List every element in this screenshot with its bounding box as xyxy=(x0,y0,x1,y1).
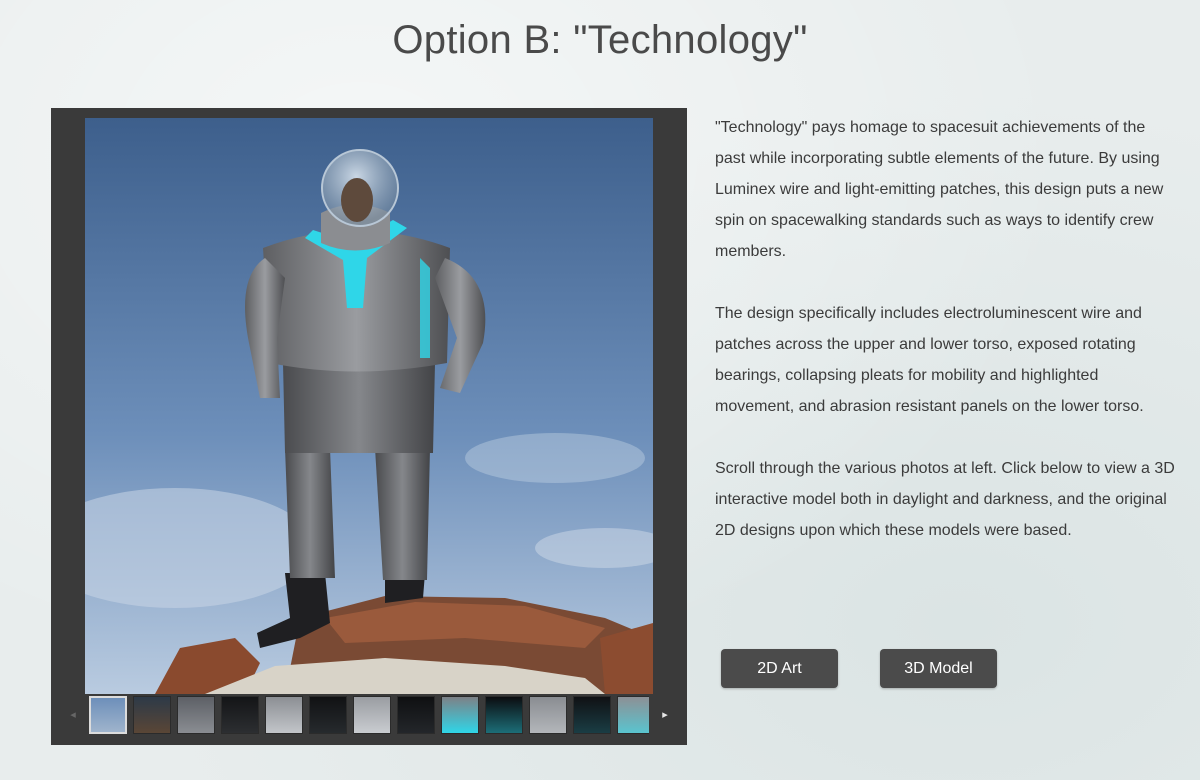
thumbnail[interactable] xyxy=(133,696,171,734)
3d-model-button[interactable]: 3D Model xyxy=(880,649,997,688)
thumbnail[interactable] xyxy=(89,696,127,734)
thumbnail[interactable] xyxy=(265,696,303,734)
thumbnail[interactable] xyxy=(177,696,215,734)
main-photo[interactable] xyxy=(85,118,653,694)
thumbnail[interactable] xyxy=(441,696,479,734)
thumbnail-list xyxy=(89,696,649,736)
thumbnail[interactable] xyxy=(617,696,649,734)
thumbnail-strip: ◂ ▸ xyxy=(51,696,687,736)
thumbnail[interactable] xyxy=(309,696,347,734)
thumbnail[interactable] xyxy=(221,696,259,734)
thumbnail[interactable] xyxy=(573,696,611,734)
thumbnail[interactable] xyxy=(397,696,435,734)
description: "Technology" pays homage to spacesuit ac… xyxy=(715,112,1175,577)
description-paragraph: Scroll through the various photos at lef… xyxy=(715,460,1175,539)
description-paragraph: "Technology" pays homage to spacesuit ac… xyxy=(715,119,1164,260)
thumbnail[interactable] xyxy=(529,696,567,734)
page-title: Option B: "Technology" xyxy=(392,18,808,62)
next-arrow-icon[interactable]: ▸ xyxy=(655,704,675,726)
photo-gallery: ◂ ▸ xyxy=(51,108,687,745)
thumbnail[interactable] xyxy=(485,696,523,734)
2d-art-button[interactable]: 2D Art xyxy=(721,649,838,688)
spacesuit-photo xyxy=(85,118,653,694)
thumbnail[interactable] xyxy=(353,696,391,734)
page: Option B: "Technology" ◂ ▸ "Technology" … xyxy=(0,0,1200,780)
description-paragraph: The design specifically includes electro… xyxy=(715,305,1144,415)
previous-arrow-icon[interactable]: ◂ xyxy=(63,704,83,726)
